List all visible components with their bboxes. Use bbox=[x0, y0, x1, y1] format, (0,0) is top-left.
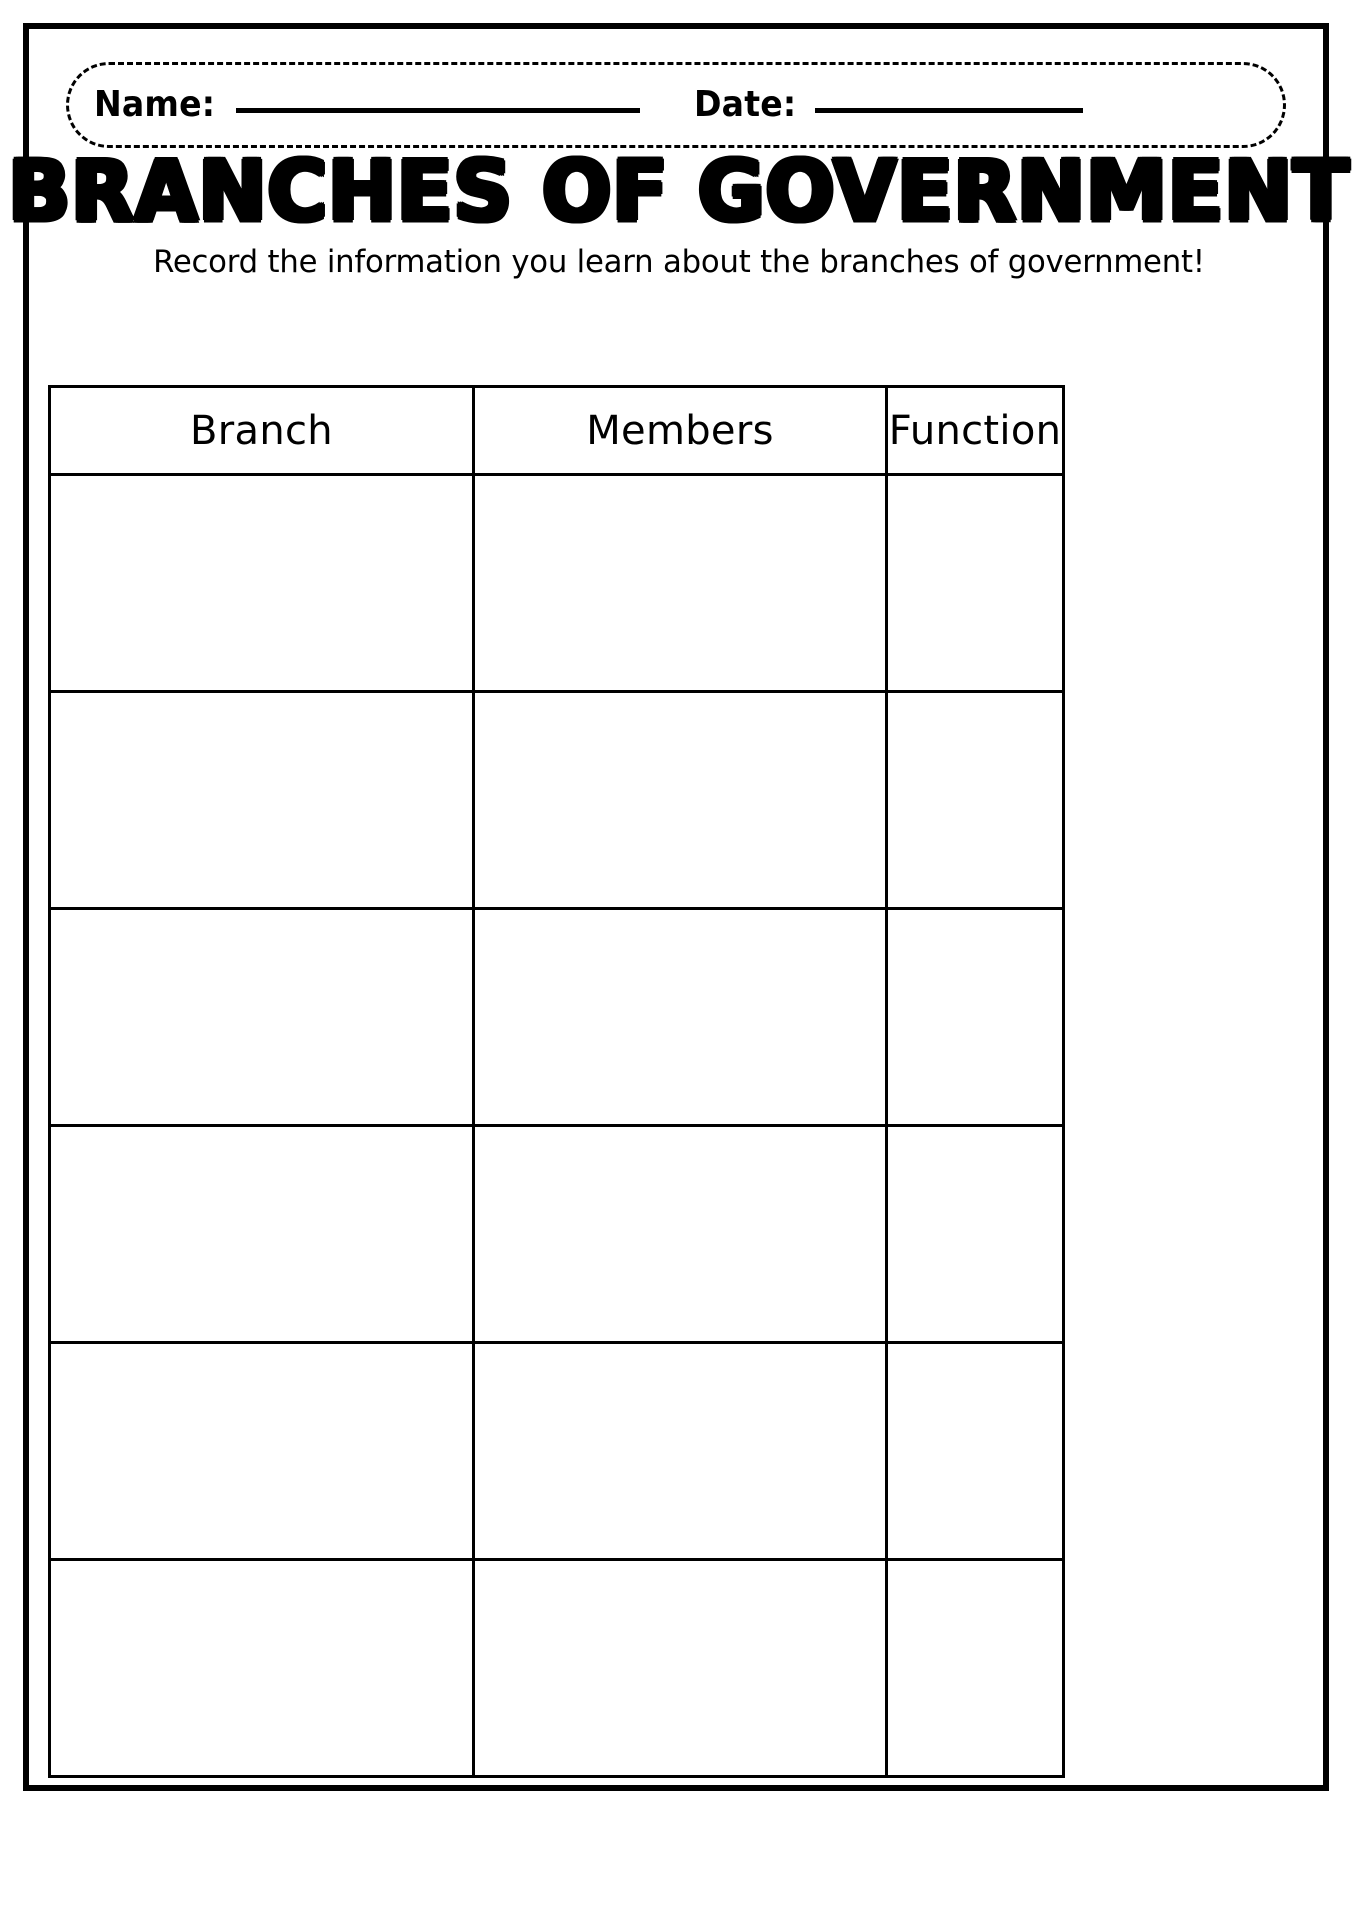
date-label: Date: bbox=[693, 84, 797, 125]
table-row bbox=[48, 1558, 1065, 1778]
cell-text bbox=[475, 910, 885, 1124]
table-row bbox=[48, 907, 1065, 1127]
table-header-row: Branch Members Function bbox=[48, 385, 1065, 476]
name-input-line[interactable] bbox=[235, 108, 640, 113]
cell-text bbox=[51, 476, 472, 690]
cell-members[interactable] bbox=[472, 1124, 888, 1344]
table-body bbox=[48, 473, 1065, 1778]
cell-branch[interactable] bbox=[48, 907, 475, 1127]
cell-text bbox=[888, 1344, 1062, 1558]
cell-text bbox=[888, 910, 1062, 1124]
cell-text bbox=[475, 476, 885, 690]
name-field-group: Name: bbox=[94, 87, 640, 123]
table-row bbox=[48, 1124, 1065, 1344]
cell-text bbox=[475, 1127, 885, 1341]
name-label: Name: bbox=[94, 84, 216, 125]
date-input-line[interactable] bbox=[814, 108, 1083, 113]
date-field-group: Date: bbox=[694, 87, 1083, 123]
cell-function[interactable] bbox=[885, 1558, 1065, 1778]
cell-text bbox=[51, 910, 472, 1124]
branches-record-table: Branch Members Function bbox=[48, 385, 1065, 1778]
cell-text bbox=[888, 1127, 1062, 1341]
table-header: Branch Members Function bbox=[48, 385, 1065, 476]
cell-text bbox=[51, 1344, 472, 1558]
cell-text bbox=[888, 476, 1062, 690]
cell-function[interactable] bbox=[885, 1124, 1065, 1344]
cell-branch[interactable] bbox=[48, 1124, 475, 1344]
cell-text bbox=[888, 693, 1062, 907]
cell-text bbox=[475, 693, 885, 907]
worksheet-page: Name: Date: BRANCHES OF GOVERNMENT Recor… bbox=[0, 0, 1358, 1920]
cell-branch[interactable] bbox=[48, 1558, 475, 1778]
cell-branch[interactable] bbox=[48, 473, 475, 693]
cell-function[interactable] bbox=[885, 1341, 1065, 1561]
column-header-branch: Branch bbox=[48, 385, 475, 476]
cell-text bbox=[475, 1561, 885, 1775]
cell-function[interactable] bbox=[885, 907, 1065, 1127]
cell-text bbox=[888, 1561, 1062, 1775]
column-header-function: Function bbox=[885, 385, 1065, 476]
cell-branch[interactable] bbox=[48, 1341, 475, 1561]
table-row bbox=[48, 690, 1065, 910]
cell-members[interactable] bbox=[472, 1341, 888, 1561]
cell-text bbox=[51, 1127, 472, 1341]
cell-text bbox=[475, 1344, 885, 1558]
cell-members[interactable] bbox=[472, 690, 888, 910]
cell-members[interactable] bbox=[472, 1558, 888, 1778]
cell-text bbox=[51, 693, 472, 907]
page-title: BRANCHES OF GOVERNMENT bbox=[8, 143, 1350, 241]
page-subtitle: Record the information you learn about t… bbox=[153, 244, 1205, 280]
column-header-members: Members bbox=[472, 385, 888, 476]
cell-members[interactable] bbox=[472, 907, 888, 1127]
cell-function[interactable] bbox=[885, 473, 1065, 693]
cell-branch[interactable] bbox=[48, 690, 475, 910]
cell-function[interactable] bbox=[885, 690, 1065, 910]
table-row bbox=[48, 1341, 1065, 1561]
cell-text bbox=[51, 1561, 472, 1775]
name-date-row: Name: Date: bbox=[66, 62, 1286, 148]
cell-members[interactable] bbox=[472, 473, 888, 693]
table-row bbox=[48, 473, 1065, 693]
